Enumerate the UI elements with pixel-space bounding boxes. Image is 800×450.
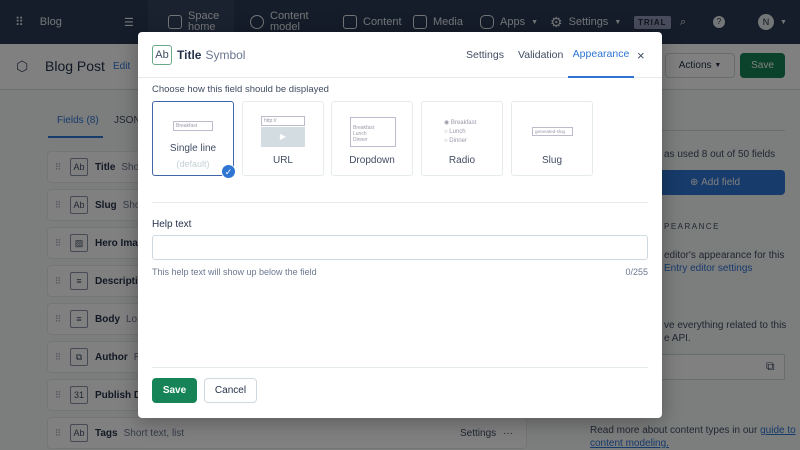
widget-dropdown[interactable]: Breakfast Lunch Dinner Dropdown	[331, 101, 413, 176]
save-page-button[interactable]: Save	[740, 53, 785, 78]
appearance-text: editor's appearance for this	[664, 250, 785, 261]
api-text: ve everything related to this	[664, 320, 787, 331]
edit-link[interactable]: Edit	[113, 61, 130, 72]
page-title: Blog Post	[45, 58, 105, 74]
field-type-icon: Ab	[70, 196, 88, 214]
widget-radio[interactable]: ◉ Breakfast ○ Lunch ○ Dinner Radio	[421, 101, 503, 176]
drag-handle-icon[interactable]: ⠿	[48, 314, 68, 325]
grid-icon: ⠿	[15, 15, 24, 29]
more-icon[interactable]: ···	[503, 428, 513, 439]
tab-validation[interactable]: Validation	[518, 32, 563, 78]
field-type-icon: Ab	[70, 158, 88, 176]
field-type-icon: 31	[70, 386, 88, 404]
field-usage: as used 8 out of 50 fields	[664, 149, 776, 160]
help-text-label: Help text	[152, 219, 192, 230]
field-settings-modal: Ab Title Symbol Settings Validation Appe…	[138, 32, 662, 418]
entry-editor-settings-link[interactable]: Entry editor settings	[664, 263, 752, 274]
modal-field-type: Symbol	[205, 47, 246, 62]
appearance-heading: PEARANCE	[664, 222, 721, 231]
help-text-hint: This help text will show up below the fi…	[152, 267, 317, 277]
field-type-icon: ≡	[70, 272, 88, 290]
help-text-input[interactable]	[152, 235, 648, 260]
tab-json[interactable]: JSON	[114, 115, 141, 126]
guide-link[interactable]: guide to	[760, 425, 796, 436]
field-settings-link[interactable]: Settings	[460, 428, 496, 439]
help-icon[interactable]: ?	[713, 0, 725, 44]
plus-icon: ⊕	[689, 177, 699, 188]
char-counter: 0/255	[625, 267, 648, 277]
footer-text: Read more about content types in our gui…	[590, 425, 796, 436]
field-name: Slug	[95, 199, 117, 211]
tab-indicator	[48, 136, 103, 138]
menu-icon[interactable]: ☰	[124, 0, 134, 44]
home-icon	[168, 15, 182, 29]
image-icon	[413, 15, 427, 29]
edit-icon	[343, 15, 357, 29]
avatar[interactable]: N ▼	[758, 0, 787, 44]
content-type-icon: ⬡	[16, 58, 29, 74]
drag-handle-icon[interactable]: ⠿	[48, 200, 68, 211]
tab-settings[interactable]: Settings	[466, 32, 504, 78]
save-button[interactable]: Save	[152, 378, 197, 403]
close-icon[interactable]: ×	[637, 32, 645, 78]
tab-fields[interactable]: Fields (8)	[57, 115, 99, 126]
field-name: Title	[95, 161, 116, 173]
guide-link-2[interactable]: content modeling.	[590, 438, 669, 449]
field-type-icon: ≡	[70, 310, 88, 328]
gear-icon: ⚙	[550, 13, 563, 30]
field-name: Body	[95, 313, 120, 325]
field-type: Lo	[126, 313, 138, 325]
space-switcher[interactable]: ⠿ Blog	[15, 0, 62, 44]
drag-handle-icon[interactable]: ⠿	[48, 428, 68, 439]
modal-field-name: Title	[177, 47, 202, 62]
cube-icon	[250, 15, 264, 29]
widget-slug[interactable]: generated-slug Slug	[511, 101, 593, 176]
cancel-button[interactable]: Cancel	[204, 378, 257, 403]
field-name: Author	[95, 351, 128, 363]
search-icon[interactable]: ⌕	[680, 0, 686, 44]
drag-handle-icon[interactable]: ⠿	[48, 276, 68, 287]
copy-icon[interactable]: ⧉	[766, 359, 775, 374]
drag-handle-icon[interactable]: ⠿	[48, 390, 68, 401]
tab-appearance[interactable]: Appearance	[568, 32, 634, 78]
short-text-icon: Ab	[152, 44, 172, 65]
drag-handle-icon[interactable]: ⠿	[48, 238, 68, 249]
actions-button[interactable]: Actions ▼	[665, 53, 735, 78]
field-type: Short text, list	[123, 427, 185, 439]
field-type-icon: Ab	[70, 424, 88, 442]
field-type-icon: ⧉	[70, 348, 88, 366]
field-row[interactable]: ⠿ Ab Tags Short text, list Settings ···	[47, 417, 527, 449]
widget-url[interactable]: http:// ▶ URL	[242, 101, 324, 176]
widget-single-line[interactable]: Breakfast Single line (default) ✓	[152, 101, 236, 179]
drag-handle-icon[interactable]: ⠿	[48, 162, 68, 173]
field-type-icon: ▨	[70, 234, 88, 252]
trial-badge: TRIAL	[634, 15, 671, 29]
drag-handle-icon[interactable]: ⠿	[48, 352, 68, 363]
field-name: Tags	[95, 427, 118, 439]
appearance-prompt: Choose how this field should be displaye…	[152, 84, 329, 95]
api-text-2: e API.	[664, 333, 691, 344]
selected-check-icon: ✓	[221, 164, 236, 179]
puzzle-icon	[480, 15, 494, 29]
play-icon: ▶	[261, 127, 305, 147]
